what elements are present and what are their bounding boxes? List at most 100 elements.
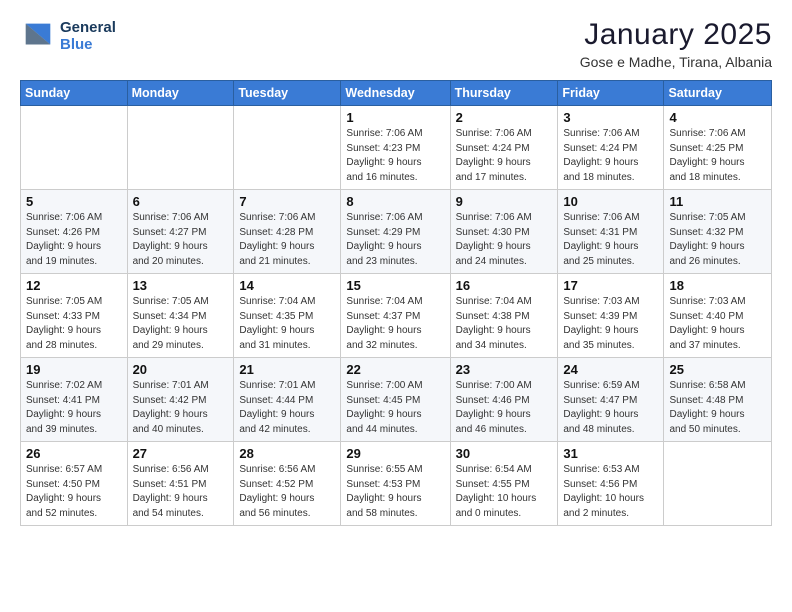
calendar-cell: 11Sunrise: 7:05 AMSunset: 4:32 PMDayligh… — [664, 190, 772, 274]
calendar-cell: 19Sunrise: 7:02 AMSunset: 4:41 PMDayligh… — [21, 358, 128, 442]
calendar-body: 1 Sunrise: 7:06 AMSunset: 4:23 PMDaylight… — [21, 106, 772, 526]
day-info: Sunrise: 7:03 AMSunset: 4:40 PMDaylight:… — [669, 295, 766, 353]
calendar-cell: 22Sunrise: 7:00 AMSunset: 4:45 PMDayligh… — [341, 358, 450, 442]
calendar-cell — [234, 106, 341, 190]
calendar-cell: 3 Sunrise: 7:06 AMSunset: 4:24 PMDaylight… — [558, 106, 664, 190]
day-info: Sunrise: 6:58 AMSunset: 4:48 PMDaylight:… — [669, 379, 766, 437]
calendar-cell: 25 Sunrise: 6:58 AMSunset: 4:48 PMDayligh… — [664, 358, 772, 442]
day-info: Sunrise: 7:06 AMSunset: 4:30 PMDaylight:… — [456, 211, 553, 269]
calendar-cell — [127, 106, 234, 190]
calendar-table: SundayMondayTuesdayWednesdayThursdayFrid… — [20, 80, 772, 526]
day-info: Sunrise: 6:57 AMSunset: 4:50 PMDaylight:… — [26, 463, 122, 521]
calendar-cell: 12 Sunrise: 7:05 AMSunset: 4:33 PMDayligh… — [21, 274, 128, 358]
day-number: 4 — [669, 110, 766, 125]
day-info: Sunrise: 7:06 AMSunset: 4:25 PMDaylight:… — [669, 127, 766, 185]
day-info: Sunrise: 6:59 AMSunset: 4:47 PMDaylight:… — [563, 379, 658, 437]
calendar-cell: 14Sunrise: 7:04 AMSunset: 4:35 PMDayligh… — [234, 274, 341, 358]
day-number: 27 — [133, 446, 229, 461]
calendar-cell: 15 Sunrise: 7:04 AMSunset: 4:37 PMDayligh… — [341, 274, 450, 358]
calendar-cell: 30Sunrise: 6:54 AMSunset: 4:55 PMDayligh… — [450, 442, 558, 526]
calendar-cell: 23 Sunrise: 7:00 AMSunset: 4:46 PMDayligh… — [450, 358, 558, 442]
logo-general-text: General — [60, 19, 116, 36]
calendar-cell: 1 Sunrise: 7:06 AMSunset: 4:23 PMDaylight… — [341, 106, 450, 190]
day-number: 16 — [456, 278, 553, 293]
day-number: 14 — [239, 278, 335, 293]
day-number: 8 — [346, 194, 444, 209]
calendar-header: SundayMondayTuesdayWednesdayThursdayFrid… — [21, 81, 772, 106]
weekday-header-saturday: Saturday — [664, 81, 772, 106]
day-number: 26 — [26, 446, 122, 461]
calendar-cell — [21, 106, 128, 190]
day-info: Sunrise: 7:01 AMSunset: 4:42 PMDaylight:… — [133, 379, 229, 437]
weekday-header-sunday: Sunday — [21, 81, 128, 106]
title-block: January 2025 Gose e Madhe, Tirana, Alban… — [580, 18, 772, 70]
day-info: Sunrise: 6:53 AMSunset: 4:56 PMDaylight:… — [563, 463, 658, 521]
day-number: 28 — [239, 446, 335, 461]
calendar-cell: 13 Sunrise: 7:05 AMSunset: 4:34 PMDayligh… — [127, 274, 234, 358]
day-number: 2 — [456, 110, 553, 125]
calendar-cell: 2 Sunrise: 7:06 AMSunset: 4:24 PMDaylight… — [450, 106, 558, 190]
day-number: 10 — [563, 194, 658, 209]
day-info: Sunrise: 6:56 AMSunset: 4:52 PMDaylight:… — [239, 463, 335, 521]
calendar-cell: 24 Sunrise: 6:59 AMSunset: 4:47 PMDayligh… — [558, 358, 664, 442]
day-number: 5 — [26, 194, 122, 209]
day-number: 15 — [346, 278, 444, 293]
day-info: Sunrise: 7:00 AMSunset: 4:46 PMDaylight:… — [456, 379, 553, 437]
day-number: 7 — [239, 194, 335, 209]
calendar-week-row: 5 Sunrise: 7:06 AMSunset: 4:26 PMDaylight… — [21, 190, 772, 274]
day-info: Sunrise: 7:05 AMSunset: 4:32 PMDaylight:… — [669, 211, 766, 269]
day-number: 21 — [239, 362, 335, 377]
day-info: Sunrise: 7:06 AMSunset: 4:24 PMDaylight:… — [563, 127, 658, 185]
calendar-cell: 9Sunrise: 7:06 AMSunset: 4:30 PMDaylight… — [450, 190, 558, 274]
day-info: Sunrise: 7:05 AMSunset: 4:34 PMDaylight:… — [133, 295, 229, 353]
day-number: 31 — [563, 446, 658, 461]
calendar-cell: 27Sunrise: 6:56 AMSunset: 4:51 PMDayligh… — [127, 442, 234, 526]
day-number: 30 — [456, 446, 553, 461]
day-number: 1 — [346, 110, 444, 125]
day-info: Sunrise: 7:06 AMSunset: 4:28 PMDaylight:… — [239, 211, 335, 269]
day-info: Sunrise: 7:06 AMSunset: 4:23 PMDaylight:… — [346, 127, 444, 185]
day-info: Sunrise: 7:06 AMSunset: 4:24 PMDaylight:… — [456, 127, 553, 185]
day-info: Sunrise: 7:05 AMSunset: 4:33 PMDaylight:… — [26, 295, 122, 353]
calendar-cell: 18 Sunrise: 7:03 AMSunset: 4:40 PMDayligh… — [664, 274, 772, 358]
day-info: Sunrise: 7:01 AMSunset: 4:44 PMDaylight:… — [239, 379, 335, 437]
day-number: 23 — [456, 362, 553, 377]
day-number: 6 — [133, 194, 229, 209]
day-number: 20 — [133, 362, 229, 377]
main-title: January 2025 — [580, 18, 772, 52]
logo-blue-text: Blue — [60, 36, 116, 53]
calendar-cell: 8 Sunrise: 7:06 AMSunset: 4:29 PMDaylight… — [341, 190, 450, 274]
weekday-header-friday: Friday — [558, 81, 664, 106]
day-number: 13 — [133, 278, 229, 293]
day-number: 24 — [563, 362, 658, 377]
calendar-cell: 31 Sunrise: 6:53 AMSunset: 4:56 PMDayligh… — [558, 442, 664, 526]
calendar-cell: 17Sunrise: 7:03 AMSunset: 4:39 PMDayligh… — [558, 274, 664, 358]
day-info: Sunrise: 6:55 AMSunset: 4:53 PMDaylight:… — [346, 463, 444, 521]
calendar-week-row: 26 Sunrise: 6:57 AMSunset: 4:50 PMDayligh… — [21, 442, 772, 526]
calendar-week-row: 1 Sunrise: 7:06 AMSunset: 4:23 PMDaylight… — [21, 106, 772, 190]
day-info: Sunrise: 7:02 AMSunset: 4:41 PMDaylight:… — [26, 379, 122, 437]
day-number: 18 — [669, 278, 766, 293]
calendar-cell: 10 Sunrise: 7:06 AMSunset: 4:31 PMDayligh… — [558, 190, 664, 274]
day-number: 12 — [26, 278, 122, 293]
calendar-cell: 7 Sunrise: 7:06 AMSunset: 4:28 PMDaylight… — [234, 190, 341, 274]
calendar-cell: 6 Sunrise: 7:06 AMSunset: 4:27 PMDaylight… — [127, 190, 234, 274]
day-number: 22 — [346, 362, 444, 377]
calendar-cell: 26 Sunrise: 6:57 AMSunset: 4:50 PMDayligh… — [21, 442, 128, 526]
day-info: Sunrise: 7:06 AMSunset: 4:27 PMDaylight:… — [133, 211, 229, 269]
subtitle: Gose e Madhe, Tirana, Albania — [580, 54, 772, 70]
day-info: Sunrise: 7:04 AMSunset: 4:37 PMDaylight:… — [346, 295, 444, 353]
day-info: Sunrise: 7:06 AMSunset: 4:26 PMDaylight:… — [26, 211, 122, 269]
calendar-cell: 28 Sunrise: 6:56 AMSunset: 4:52 PMDayligh… — [234, 442, 341, 526]
calendar-cell: 16Sunrise: 7:04 AMSunset: 4:38 PMDayligh… — [450, 274, 558, 358]
calendar-cell: 5 Sunrise: 7:06 AMSunset: 4:26 PMDaylight… — [21, 190, 128, 274]
weekday-header-row: SundayMondayTuesdayWednesdayThursdayFrid… — [21, 81, 772, 106]
day-info: Sunrise: 7:06 AMSunset: 4:29 PMDaylight:… — [346, 211, 444, 269]
calendar-cell — [664, 442, 772, 526]
weekday-header-monday: Monday — [127, 81, 234, 106]
day-number: 3 — [563, 110, 658, 125]
day-number: 25 — [669, 362, 766, 377]
day-info: Sunrise: 7:06 AMSunset: 4:31 PMDaylight:… — [563, 211, 658, 269]
calendar-cell: 29Sunrise: 6:55 AMSunset: 4:53 PMDayligh… — [341, 442, 450, 526]
calendar-cell: 20 Sunrise: 7:01 AMSunset: 4:42 PMDayligh… — [127, 358, 234, 442]
